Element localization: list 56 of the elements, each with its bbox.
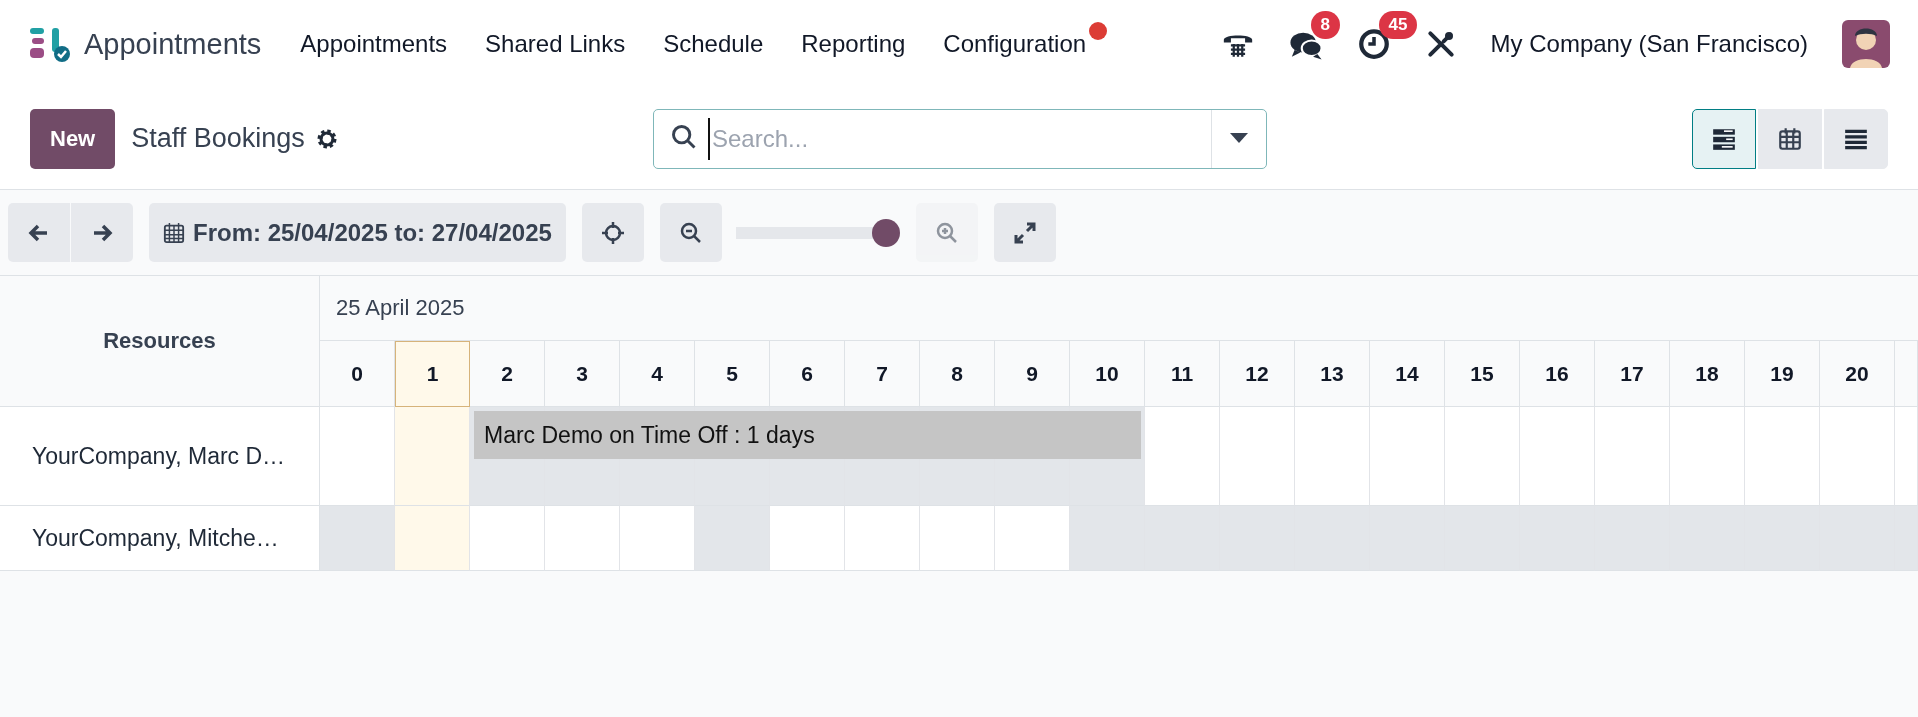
expand-button[interactable]: [993, 203, 1056, 262]
activity-count-badge: 45: [1378, 11, 1418, 39]
hour-header: 4: [620, 341, 695, 407]
menu-item[interactable]: Shared Links: [485, 30, 626, 58]
event-bar[interactable]: Marc Demo on Time Off : 1 days: [474, 411, 1141, 459]
hour-header: 2: [470, 341, 545, 407]
hour-header: 20: [1820, 341, 1895, 407]
new-button[interactable]: New: [30, 108, 116, 169]
hour-header: 3: [545, 341, 620, 407]
hour-header: 18: [1670, 341, 1745, 407]
hour-header: 16: [1520, 341, 1595, 407]
caret-icon: [1230, 132, 1248, 145]
gantt-cell: [1895, 506, 1918, 571]
search-icon: [670, 122, 698, 151]
menu-item[interactable]: Appointments: [300, 30, 448, 58]
hour-header: 8: [920, 341, 995, 407]
page-title: Staff Bookings: [131, 123, 305, 154]
hour-header: 7: [845, 341, 920, 407]
menu-item[interactable]: Configuration: [943, 30, 1087, 58]
hour-header: 9: [995, 341, 1070, 407]
hour-header: 6: [770, 341, 845, 407]
hour-header: 14: [1370, 341, 1445, 407]
app-name[interactable]: Appointments: [84, 27, 262, 61]
crosshair-icon: [600, 220, 625, 245]
hour-header: 10: [1070, 341, 1145, 407]
hour-header: 17: [1595, 341, 1670, 407]
view-switch-button[interactable]: [1692, 108, 1756, 169]
date-range-button[interactable]: From: 25/04/2025 to: 27/04/2025: [149, 203, 566, 262]
expand-icon: [1012, 220, 1037, 245]
hour-header: 15: [1445, 341, 1520, 407]
hour-header: 19: [1745, 341, 1820, 407]
avatar-icon[interactable]: [1842, 20, 1890, 68]
calendar-icon: [163, 220, 185, 245]
hour-header: 0: [320, 341, 395, 407]
hour-header: 12: [1220, 341, 1295, 407]
hour-header: 13: [1295, 341, 1370, 407]
company-switcher[interactable]: My Company (San Francisco): [1490, 30, 1808, 58]
date-header: 25 April 2025: [320, 276, 1918, 341]
zoom-out-icon: [678, 220, 703, 245]
previous-button[interactable]: [8, 203, 70, 262]
hour-header: 1: [395, 341, 470, 407]
column-header: Resources: [103, 328, 216, 354]
focus-today-button[interactable]: [581, 203, 644, 262]
menu-item[interactable]: Reporting: [801, 30, 906, 58]
slider-thumb[interactable]: [871, 218, 900, 247]
hour-header: 5: [695, 341, 770, 407]
zoom-in-icon: [934, 220, 959, 245]
calendar-icon: [1777, 125, 1803, 152]
next-button[interactable]: [71, 203, 133, 262]
message-count-badge: 8: [1310, 11, 1341, 39]
notification-dot: [1089, 22, 1108, 40]
menu-item[interactable]: Schedule: [663, 30, 764, 58]
search-bar[interactable]: Search...: [653, 108, 1267, 169]
zoom-out-button[interactable]: [659, 203, 722, 262]
hour-header: 11: [1145, 341, 1220, 407]
hour-header: [1895, 341, 1918, 407]
